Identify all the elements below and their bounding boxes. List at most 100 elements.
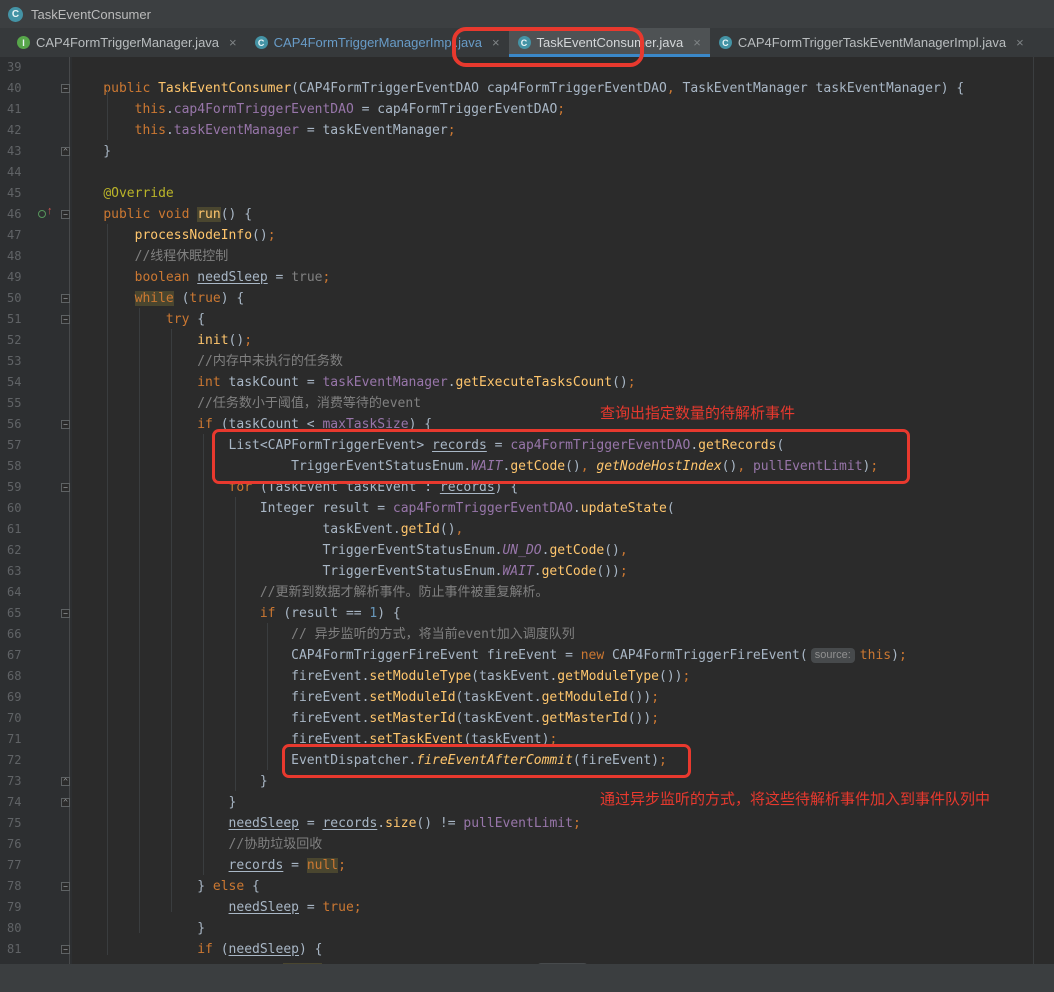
line-number: 47 [0,225,34,246]
editor-tab-CAP4FormTriggerManager[interactable]: ICAP4FormTriggerManager.java× [8,28,246,57]
fold-marker-icon[interactable]: − [61,945,70,954]
line-number: 57 [0,435,34,456]
line-number: 51 [0,309,34,330]
bottom-panel [0,964,1054,992]
indent-guide [107,90,108,140]
code-line: 45 @Override [0,183,1054,204]
code-line: 77 records = null; [0,855,1054,876]
fold-marker-icon[interactable]: − [61,294,70,303]
line-number: 72 [0,750,34,771]
indent-guide [235,497,236,791]
fold-marker-icon[interactable]: − [61,420,70,429]
overrides-method-icon[interactable]: ↑ [38,209,56,221]
line-number: 54 [0,372,34,393]
close-tab-icon[interactable]: × [229,35,237,50]
code-line: 39 [0,57,1054,78]
fold-marker-icon[interactable]: − [61,315,70,324]
code-line: 81− if (needSleep) { [0,939,1054,960]
close-tab-icon[interactable]: × [1016,35,1024,50]
code-text: //任务数小于阈值，消费等待的event [70,393,421,414]
line-number: 42 [0,120,34,141]
code-line: 51 − try { [0,309,1054,330]
code-editor[interactable]: 3940− public TaskEventConsumer(CAP4FormT… [0,57,1054,964]
line-number: 74 [0,792,34,813]
line-number: 69 [0,687,34,708]
code-text: processNodeInfo(); [70,225,276,246]
code-line: 55 //任务数小于阈值，消费等待的event [0,393,1054,414]
code-text: fireEvent.setModuleId(taskEvent.getModul… [70,687,659,708]
line-number: 79 [0,897,34,918]
fold-marker-icon[interactable]: − [61,84,70,93]
code-text: public void run() { [70,204,252,225]
code-text: Integer result = cap4FormTriggerEventDAO… [70,498,675,519]
code-text: init(); [70,330,252,351]
class-icon: C [8,7,23,22]
fold-marker-icon[interactable]: − [61,483,70,492]
code-line: 64 //更新到数据才解析事件。防止事件被重复解析。 [0,582,1054,603]
line-number: 81 [0,939,34,960]
code-text: needSleep = true; [70,897,362,918]
line-number: 60 [0,498,34,519]
editor-tab-CAP4FormTriggerManagerImpl[interactable]: C CAP4FormTriggerManagerImpl.java × [246,28,509,57]
code-text: int taskCount = taskEventManager.getExec… [70,372,636,393]
code-line: 44 [0,162,1054,183]
code-line: 71 fireEvent.setTaskEvent(taskEvent); [0,729,1054,750]
editor-tab-CAP4FormTriggerTaskEventManagerImpl[interactable]: CCAP4FormTriggerTaskEventManagerImpl.jav… [710,28,1033,57]
line-number: 39 [0,57,34,78]
class-icon: C [518,36,531,49]
code-text: fireEvent.setMasterId(taskEvent.getMaste… [70,708,659,729]
code-text: this.taskEventManager = taskEventManager… [70,120,456,141]
code-line: 50− while (true) { [0,288,1054,309]
code-text: TriggerEventStatusEnum.WAIT.getCode(), g… [70,456,878,477]
line-number: 65 [0,603,34,624]
code-text: TriggerEventStatusEnum.UN_DO.getCode(), [70,540,628,561]
code-line: 72 EventDispatcher.fireEventAfterCommit(… [0,750,1054,771]
line-number: 45 [0,183,34,204]
fold-marker-icon[interactable]: − [61,210,70,219]
close-tab-icon[interactable]: × [693,35,701,50]
line-number: 78 [0,876,34,897]
line-number: 53 [0,351,34,372]
code-text: taskEvent.getId(), [70,519,463,540]
line-number: 48 [0,246,34,267]
code-text [70,57,72,78]
line-number: 63 [0,561,34,582]
code-line: 49 boolean needSleep = true; [0,267,1054,288]
code-line: 47 processNodeInfo(); [0,225,1054,246]
code-line: 63 TriggerEventStatusEnum.WAIT.getCode()… [0,561,1054,582]
code-text: } [70,792,236,813]
code-text: try { [70,309,205,330]
code-text: @Override [70,183,174,204]
tab-label: CAP4FormTriggerManagerImpl.java [274,35,482,50]
close-tab-icon[interactable]: × [492,35,500,50]
code-text: CAP4FormTriggerFireEvent fireEvent = new… [70,645,907,666]
line-number: 80 [0,918,34,939]
code-line: 79 needSleep = true; [0,897,1054,918]
editor-tab-bar: ICAP4FormTriggerManager.java×CCAP4FormTr… [0,28,1054,57]
code-line: 52 init(); [0,330,1054,351]
code-text: this.cap4FormTriggerEventDAO = cap4FormT… [70,99,565,120]
code-line: 78− } else { [0,876,1054,897]
fold-marker-icon[interactable]: − [61,609,70,618]
code-text: needSleep = records.size() != pullEventL… [70,813,581,834]
indent-guide [107,224,108,955]
code-line: 56− if (taskCount < maxTaskSize) { [0,414,1054,435]
code-line: 80 } [0,918,1054,939]
line-number: 55 [0,393,34,414]
line-number: 71 [0,729,34,750]
code-line: 43^ } [0,141,1054,162]
title-bar: C TaskEventConsumer [0,0,1054,28]
interface-icon: I [17,36,30,49]
line-number: 70 [0,708,34,729]
editor-tab-TaskEventConsumer[interactable]: CTaskEventConsumer.java× [509,28,710,57]
fold-end-marker-icon[interactable]: ^ [61,147,70,156]
fold-end-marker-icon[interactable]: ^ [61,798,70,807]
class-icon: C [255,36,268,49]
tab-label: CAP4FormTriggerTaskEventManagerImpl.java [738,35,1006,50]
fold-end-marker-icon[interactable]: ^ [61,777,70,786]
code-text: List<CAPFormTriggerEvent> records = cap4… [70,435,784,456]
code-line: 76 //协助垃圾回收 [0,834,1054,855]
line-number: 68 [0,666,34,687]
fold-marker-icon[interactable]: − [61,882,70,891]
code-line: 40− public TaskEventConsumer(CAP4FormTri… [0,78,1054,99]
